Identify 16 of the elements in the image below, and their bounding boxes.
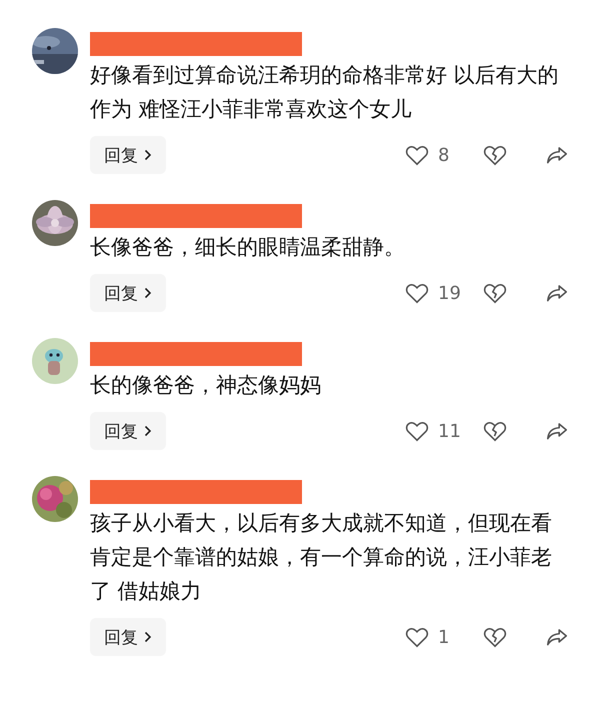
chevron-icon — [144, 287, 152, 299]
comment-text: 孩子从小看大，以后有多大成就不知道，但现在看肯定是个靠谱的姑娘，有一个算命的说，汪小菲老了 借姑娘力 — [90, 510, 553, 605]
chevron-icon — [144, 631, 152, 643]
comment-text: 长像爸爸，细长的眼睛温柔甜静。 — [90, 234, 406, 261]
chevron-icon — [144, 425, 152, 437]
chevron-icon — [144, 149, 152, 161]
like-count: 1 — [437, 626, 450, 648]
like-count: 11 — [437, 420, 462, 442]
reply-button[interactable]: 回复 — [90, 618, 166, 656]
comment-text: 长的像爸爸，神态像妈妈 — [90, 372, 322, 399]
comment-text: 好像看到过算命说汪希玥的命格非常好 以后有大的作为 难怪汪小菲非常喜欢这个女儿 — [90, 62, 560, 123]
reply-button[interactable]: 回复 — [90, 274, 166, 312]
like-count: 19 — [437, 282, 462, 304]
reply-button[interactable]: 回复 — [90, 412, 166, 450]
reply-button[interactable]: 回复 — [90, 136, 166, 174]
like-count: 8 — [437, 144, 450, 166]
